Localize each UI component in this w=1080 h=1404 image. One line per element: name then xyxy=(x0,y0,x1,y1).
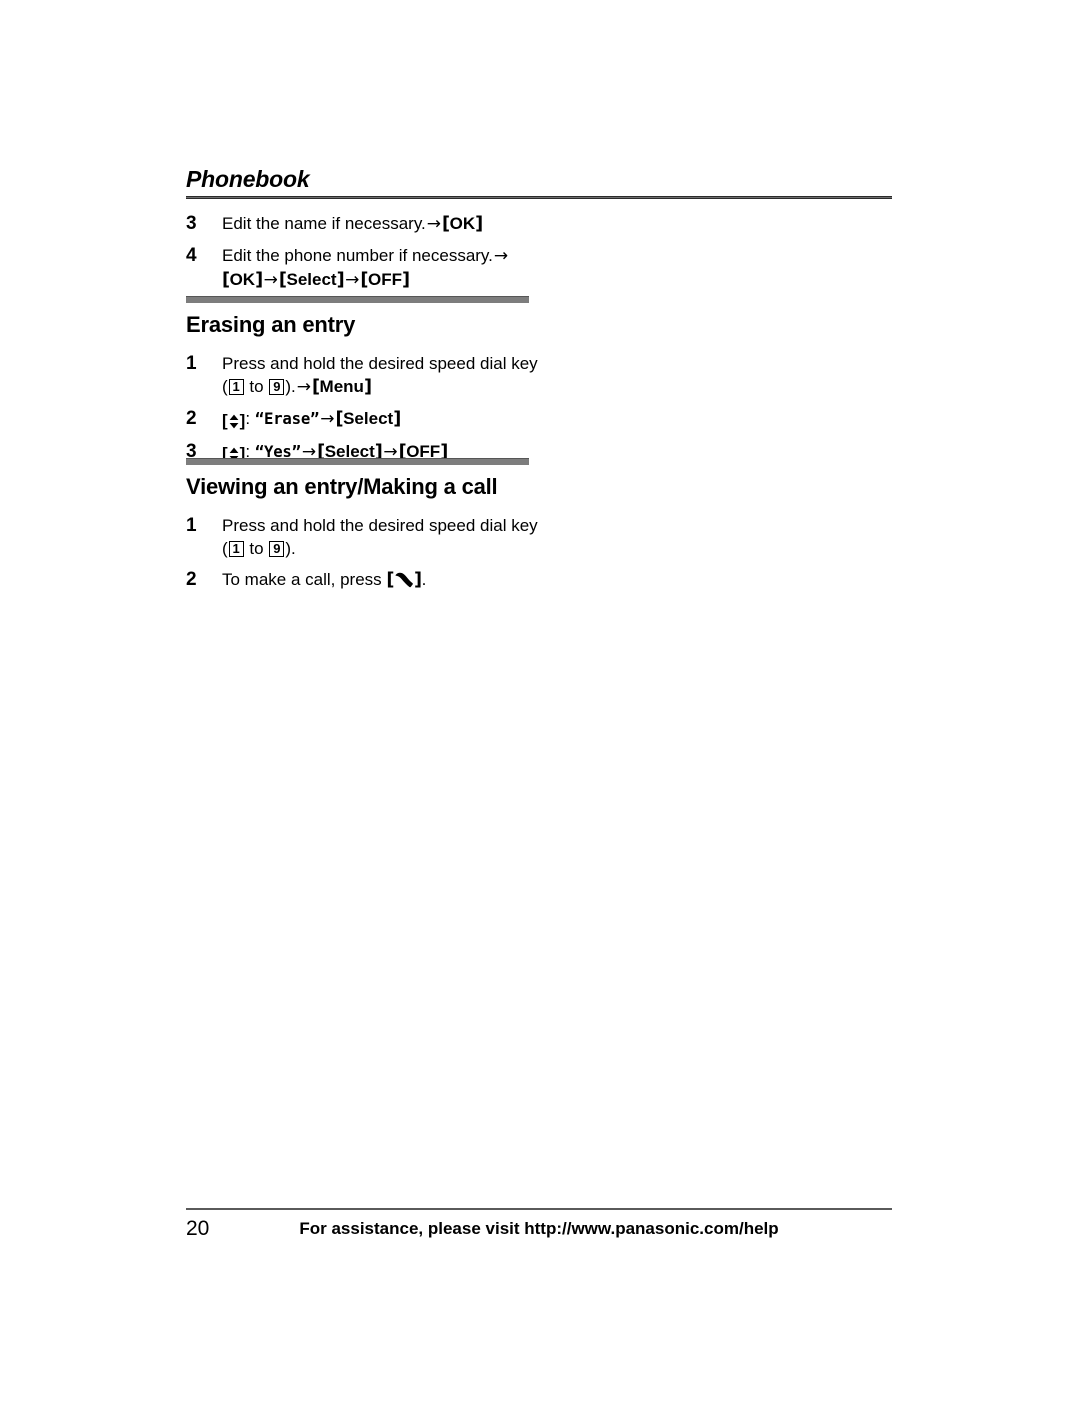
section-divider-bar xyxy=(186,296,529,303)
period: . xyxy=(421,570,427,589)
dial-key-9: 9 xyxy=(269,541,285,557)
bracket-close: ] xyxy=(363,377,372,397)
dial-key-1: 1 xyxy=(228,541,244,557)
range-mid: to xyxy=(249,377,264,396)
softkey-label: OFF xyxy=(367,270,402,289)
dial-key-1: 1 xyxy=(228,379,244,395)
dial-key-9: 9 xyxy=(269,379,285,395)
continued-steps-list: 3 Edit the name if necessary.→[OK] 4 Edi… xyxy=(186,212,606,292)
softkey-ok: [OK] xyxy=(222,270,263,290)
step-item: 1 Press and hold the desired speed dial … xyxy=(186,352,606,399)
step-instruction: Press and hold the desired speed dial ke… xyxy=(222,354,538,373)
section-title: Erasing an entry xyxy=(186,312,356,337)
bracket-close: ] xyxy=(401,270,410,290)
softkey-select: [Select] xyxy=(335,409,402,429)
range-close: ). xyxy=(285,377,296,396)
softkey-label: Select xyxy=(286,270,337,289)
softkey-label: OK xyxy=(229,270,256,289)
arrow-icon: → xyxy=(320,409,335,429)
display-text: “Erase” xyxy=(254,409,320,428)
softkey-menu: [Menu] xyxy=(311,377,372,397)
handset-glyph xyxy=(394,571,414,594)
section-divider-bar xyxy=(186,458,529,465)
bracket-close: ] xyxy=(393,409,401,429)
step-item: 3 Edit the name if necessary.→[OK] xyxy=(186,212,606,236)
step-text: Press and hold the desired speed dial ke… xyxy=(222,352,606,399)
step-number: 2 xyxy=(186,569,197,590)
section-viewing-an-entry: Viewing an entry/Making a call 1 Press a… xyxy=(186,458,616,594)
softkey-label: OK xyxy=(449,214,476,233)
bracket-open: [ xyxy=(442,214,450,234)
step-number: 4 xyxy=(186,245,197,266)
range-open: ( xyxy=(222,377,228,396)
bracket-open: [ xyxy=(360,270,368,290)
arrow-icon: → xyxy=(345,270,360,290)
navigator-up-down-icon: [] xyxy=(222,409,245,432)
step-instruction: Press and hold the desired speed dial ke… xyxy=(222,516,538,535)
range-close: ). xyxy=(285,539,296,558)
range-open: ( xyxy=(222,539,228,558)
colon: : xyxy=(245,409,251,428)
manual-page: Phonebook 3 Edit the name if necessary.→… xyxy=(186,0,892,1404)
section-erasing-an-entry: Erasing an entry 1 Press and hold the de… xyxy=(186,296,616,465)
bracket-open: [ xyxy=(222,270,230,290)
softkey-label: Menu xyxy=(319,377,364,396)
step-item: 2 []: “Erase”→[Select] xyxy=(186,407,606,432)
step-item: 4 Edit the phone number if necessary.→ [O… xyxy=(186,244,606,292)
handset-call-icon: [] xyxy=(386,570,422,590)
step-instruction: Edit the name if necessary. xyxy=(222,214,426,233)
steps-list: 1 Press and hold the desired speed dial … xyxy=(186,514,606,594)
softkey-ok: [OK] xyxy=(442,214,483,234)
step-text: Press and hold the desired speed dial ke… xyxy=(222,514,606,560)
step-item: 2 To make a call, press []. xyxy=(186,568,606,594)
arrow-icon: → xyxy=(426,214,442,234)
step-number: 1 xyxy=(186,515,197,536)
bracket-open: [ xyxy=(335,409,344,429)
step-text: To make a call, press []. xyxy=(222,568,606,594)
softkey-off: [OFF] xyxy=(360,270,410,290)
step-text: Edit the name if necessary.→[OK] xyxy=(222,212,606,236)
section-title: Viewing an entry/Making a call xyxy=(186,474,498,499)
step-number: 1 xyxy=(186,353,197,374)
bracket-open: [ xyxy=(311,377,320,397)
bracket-open: [ xyxy=(386,570,394,590)
range-mid: to xyxy=(249,539,264,558)
step-text: []: “Erase”→[Select] xyxy=(222,407,606,432)
footer-rule xyxy=(186,1208,892,1210)
header-rule xyxy=(186,196,892,199)
arrow-icon: → xyxy=(263,270,278,290)
bracket-close: ] xyxy=(475,214,483,234)
step-number: 3 xyxy=(186,213,197,234)
step-item: 1 Press and hold the desired speed dial … xyxy=(186,514,606,560)
bracket-close: ] xyxy=(414,570,422,590)
footer-note: For assistance, please visit http://www.… xyxy=(299,1219,779,1238)
step-number: 2 xyxy=(186,408,197,429)
step-text: Edit the phone number if necessary.→ [OK]… xyxy=(222,244,606,292)
arrow-icon: → xyxy=(493,246,509,266)
steps-list: 1 Press and hold the desired speed dial … xyxy=(186,352,606,465)
bracket-close: ] xyxy=(255,270,263,290)
softkey-label: Select xyxy=(343,409,394,428)
arrow-icon: → xyxy=(296,377,311,397)
running-head: Phonebook xyxy=(186,166,310,192)
softkey-select: [Select] xyxy=(279,270,345,290)
step-instruction: To make a call, press xyxy=(222,570,382,589)
step-instruction: Edit the phone number if necessary. xyxy=(222,246,493,265)
